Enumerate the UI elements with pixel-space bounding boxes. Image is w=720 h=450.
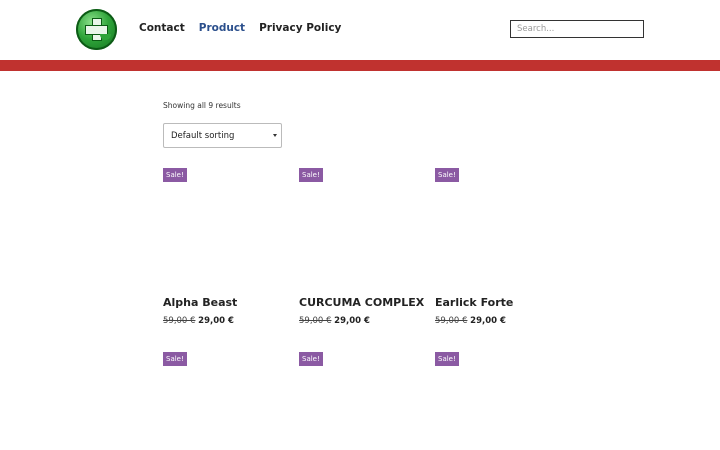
old-price: 59,00 € [163,316,196,326]
sale-badge: Sale! [435,168,459,182]
logo-cross [85,18,111,41]
product-price: 59,00 € 29,00 € [299,316,370,326]
nav-privacy-policy[interactable]: Privacy Policy [259,22,341,34]
old-price: 59,00 € [435,316,468,326]
chevron-down-icon [273,134,277,137]
main-nav: Contact Product Privacy Policy [139,22,355,34]
sale-badge: Sale! [299,168,323,182]
nav-contact[interactable]: Contact [139,22,185,34]
sale-price: 29,00 € [470,316,506,326]
sale-badge: Sale! [435,352,459,366]
sale-price: 29,00 € [198,316,234,326]
search-input[interactable] [510,20,644,38]
sale-badge: Sale! [163,352,187,366]
product-price: 59,00 € 29,00 € [435,316,506,326]
sale-badge: Sale! [299,352,323,366]
accent-bar [0,60,720,71]
nav-product[interactable]: Product [199,22,245,34]
product-name[interactable]: CURCUMA COMPLEX [299,296,424,309]
old-price: 59,00 € [299,316,332,326]
site-header: Contact Product Privacy Policy [0,0,720,60]
pharmacy-cross-logo-icon[interactable] [76,9,117,50]
product-name[interactable]: Alpha Beast [163,296,237,309]
sorting-select[interactable]: Default sorting [163,123,282,148]
product-name[interactable]: Earlick Forte [435,296,513,309]
sale-badge: Sale! [163,168,187,182]
sorting-value: Default sorting [171,131,235,141]
product-price: 59,00 € 29,00 € [163,316,234,326]
result-count: Showing all 9 results [163,101,241,110]
sale-price: 29,00 € [334,316,370,326]
